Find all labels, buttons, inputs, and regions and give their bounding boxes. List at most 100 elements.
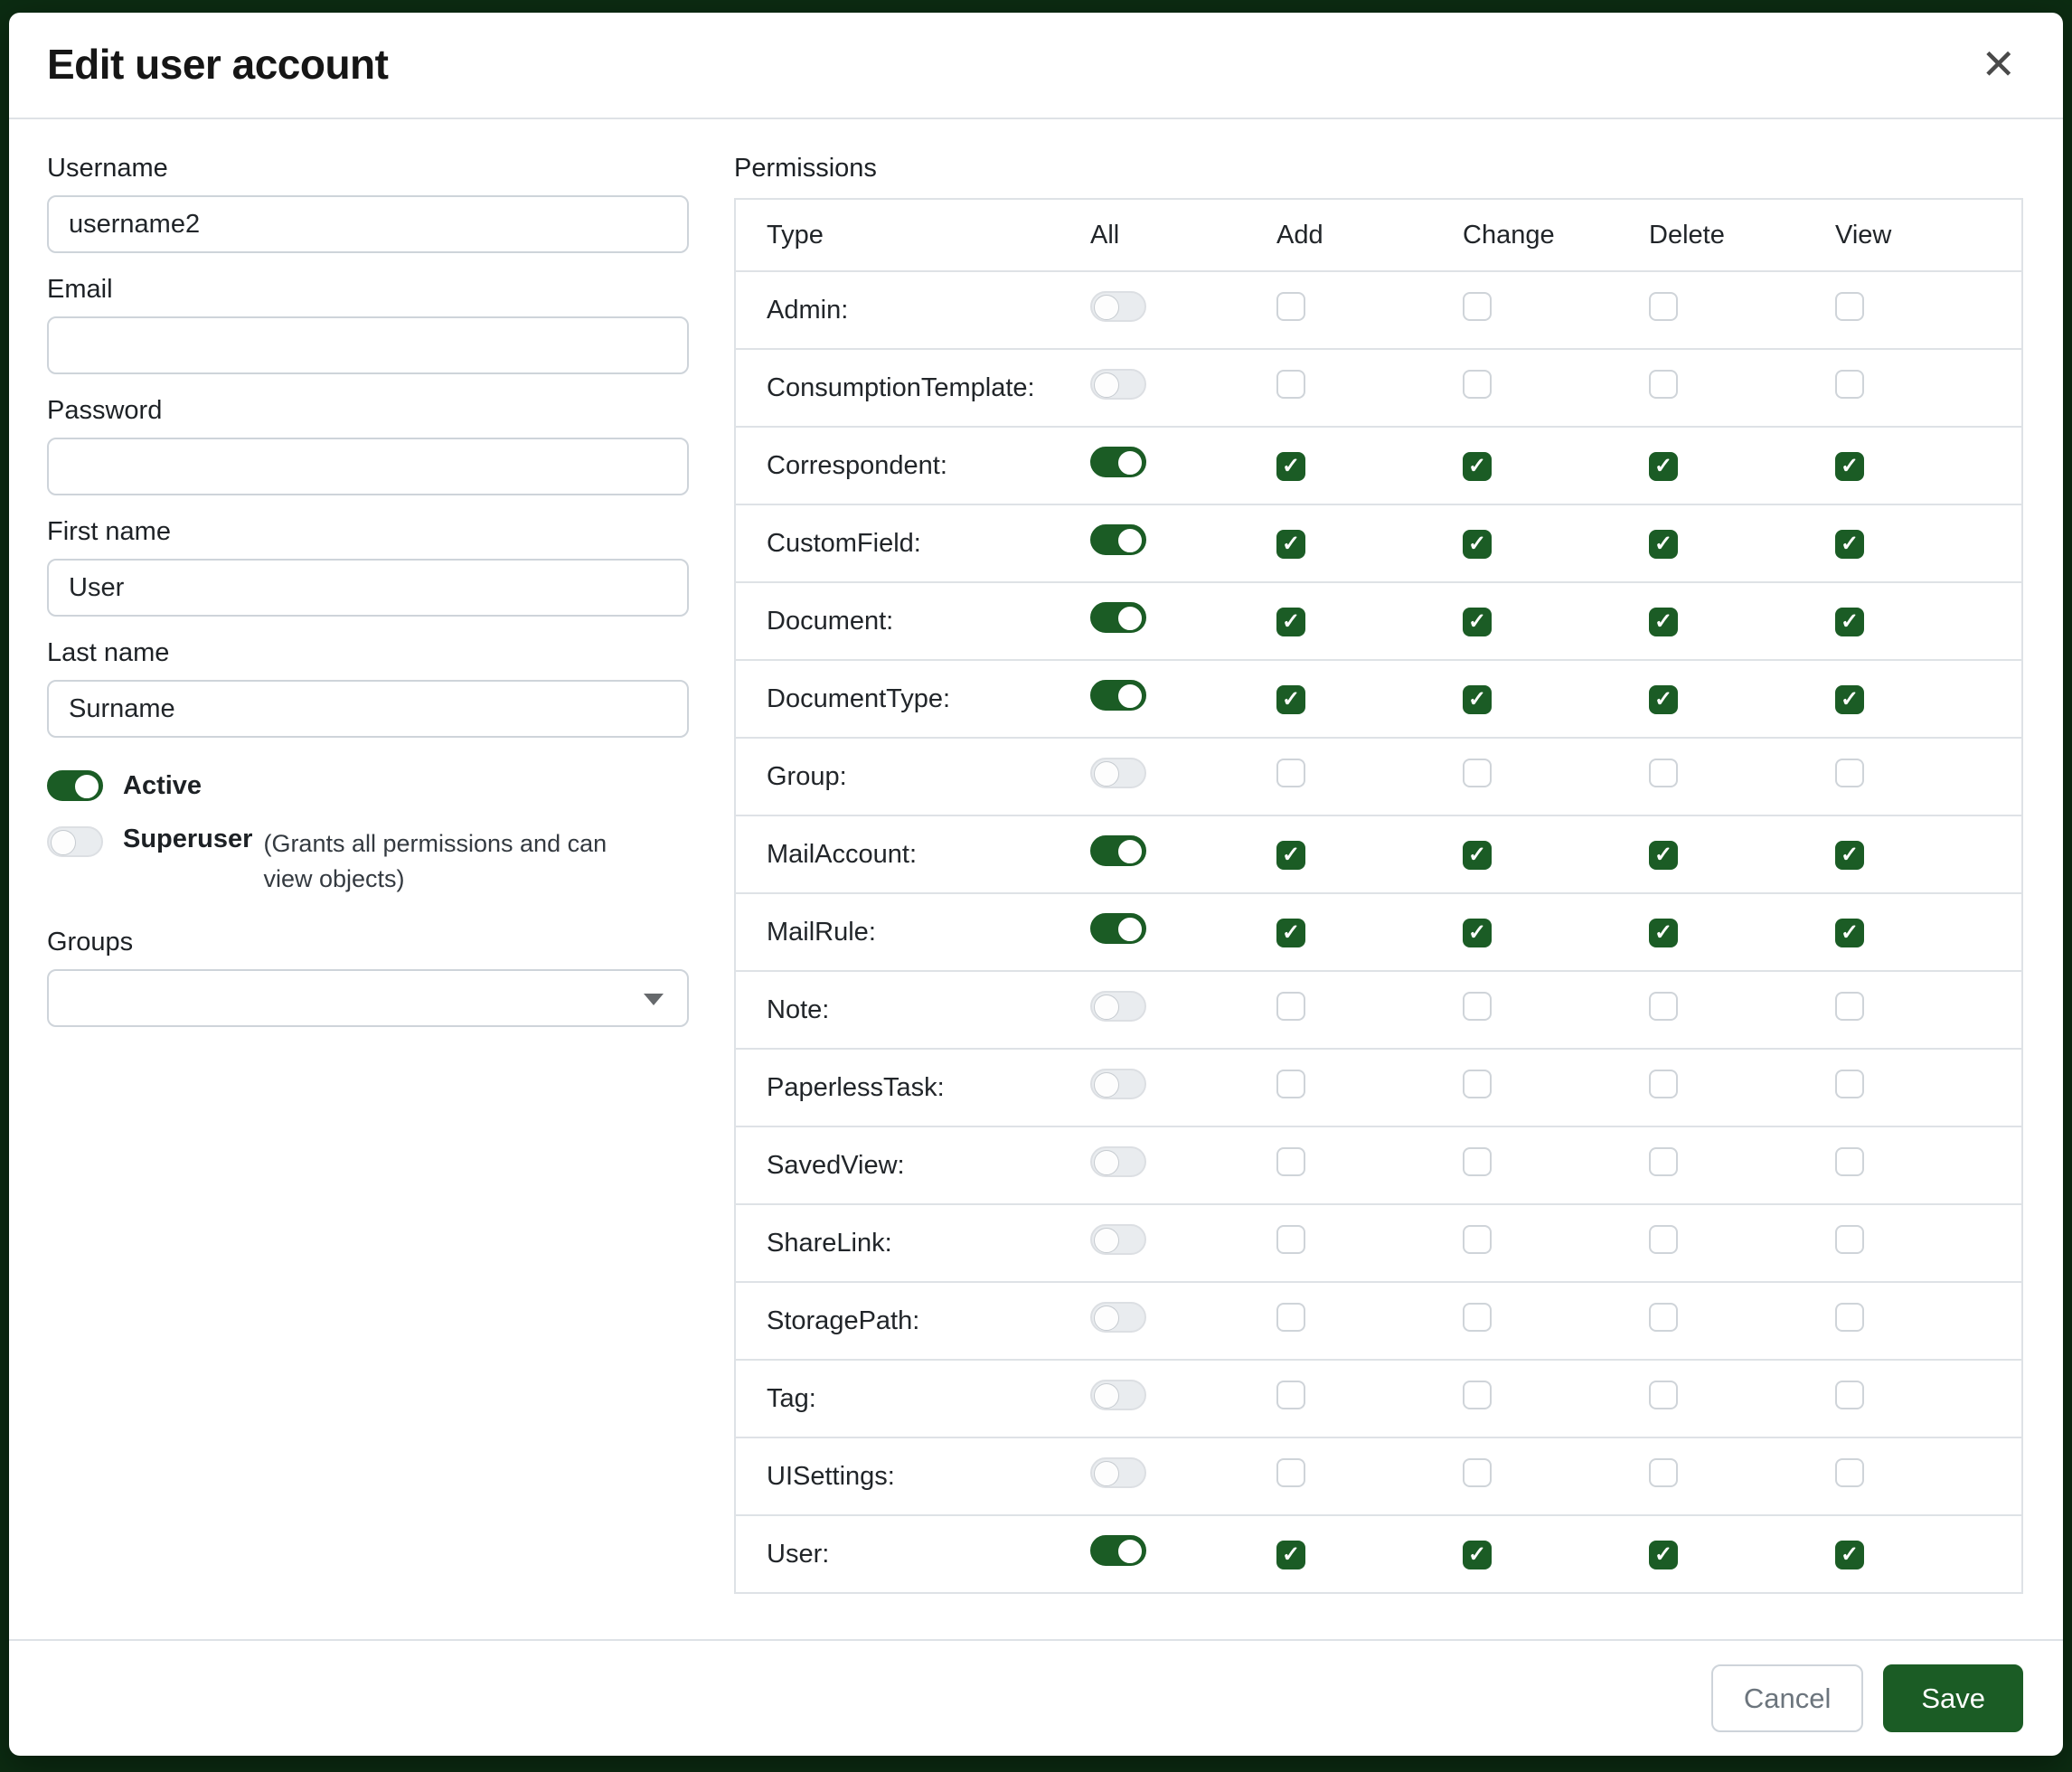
permission-all-toggle[interactable] bbox=[1090, 680, 1146, 711]
permission-add-checkbox[interactable] bbox=[1276, 759, 1305, 787]
permission-view-checkbox[interactable] bbox=[1835, 1381, 1864, 1409]
permission-view-checkbox[interactable] bbox=[1835, 530, 1864, 559]
permission-view-checkbox[interactable] bbox=[1835, 452, 1864, 481]
permission-delete-checkbox[interactable] bbox=[1649, 1225, 1678, 1254]
permission-view-checkbox[interactable] bbox=[1835, 919, 1864, 947]
permission-change-checkbox[interactable] bbox=[1463, 841, 1492, 870]
permission-all-toggle[interactable] bbox=[1090, 758, 1146, 788]
permission-view-checkbox[interactable] bbox=[1835, 1458, 1864, 1487]
permission-view-checkbox[interactable] bbox=[1835, 370, 1864, 399]
permission-all-toggle[interactable] bbox=[1090, 1069, 1146, 1099]
permission-delete-checkbox[interactable] bbox=[1649, 452, 1678, 481]
save-button[interactable]: Save bbox=[1883, 1664, 2023, 1732]
permission-view-checkbox[interactable] bbox=[1835, 1303, 1864, 1332]
permission-change-checkbox[interactable] bbox=[1463, 1070, 1492, 1098]
cancel-button[interactable]: Cancel bbox=[1711, 1664, 1864, 1732]
permission-change-checkbox[interactable] bbox=[1463, 292, 1492, 321]
close-icon[interactable]: ✕ bbox=[1973, 43, 2023, 85]
permission-all-toggle[interactable] bbox=[1090, 369, 1146, 400]
permission-view-checkbox[interactable] bbox=[1835, 759, 1864, 787]
permission-add-checkbox[interactable] bbox=[1276, 1225, 1305, 1254]
permission-add-checkbox[interactable] bbox=[1276, 1458, 1305, 1487]
permission-delete-checkbox[interactable] bbox=[1649, 1541, 1678, 1569]
permission-delete-checkbox[interactable] bbox=[1649, 992, 1678, 1021]
permission-add-checkbox[interactable] bbox=[1276, 1541, 1305, 1569]
permission-change-checkbox[interactable] bbox=[1463, 992, 1492, 1021]
permission-type-label: Correspondent: bbox=[736, 451, 1090, 481]
permission-add-checkbox[interactable] bbox=[1276, 992, 1305, 1021]
permission-view-checkbox[interactable] bbox=[1835, 841, 1864, 870]
permission-delete-checkbox[interactable] bbox=[1649, 1147, 1678, 1176]
superuser-toggle[interactable] bbox=[47, 826, 103, 857]
permission-delete-checkbox[interactable] bbox=[1649, 1381, 1678, 1409]
permission-view-checkbox[interactable] bbox=[1835, 608, 1864, 636]
permission-all-toggle[interactable] bbox=[1090, 1224, 1146, 1255]
permission-change-checkbox[interactable] bbox=[1463, 685, 1492, 714]
permission-change-checkbox[interactable] bbox=[1463, 1225, 1492, 1254]
permission-all-toggle[interactable] bbox=[1090, 291, 1146, 322]
permission-all-toggle[interactable] bbox=[1090, 1146, 1146, 1177]
permission-delete-checkbox[interactable] bbox=[1649, 919, 1678, 947]
permission-change-checkbox[interactable] bbox=[1463, 530, 1492, 559]
permission-all-toggle[interactable] bbox=[1090, 991, 1146, 1022]
permission-add-checkbox[interactable] bbox=[1276, 841, 1305, 870]
permission-all-toggle[interactable] bbox=[1090, 1302, 1146, 1333]
permission-view-checkbox[interactable] bbox=[1835, 292, 1864, 321]
permission-add-checkbox[interactable] bbox=[1276, 452, 1305, 481]
permission-delete-checkbox[interactable] bbox=[1649, 1070, 1678, 1098]
permission-delete-checkbox[interactable] bbox=[1649, 370, 1678, 399]
permission-view-checkbox[interactable] bbox=[1835, 1070, 1864, 1098]
permission-delete-checkbox[interactable] bbox=[1649, 1303, 1678, 1332]
permission-delete-checkbox[interactable] bbox=[1649, 608, 1678, 636]
permission-all-toggle[interactable] bbox=[1090, 524, 1146, 555]
permission-add-checkbox[interactable] bbox=[1276, 1381, 1305, 1409]
permission-delete-checkbox[interactable] bbox=[1649, 292, 1678, 321]
permission-change-checkbox[interactable] bbox=[1463, 759, 1492, 787]
permission-add-checkbox[interactable] bbox=[1276, 608, 1305, 636]
permission-all-toggle[interactable] bbox=[1090, 1535, 1146, 1566]
permission-view-checkbox[interactable] bbox=[1835, 1225, 1864, 1254]
permission-add-checkbox[interactable] bbox=[1276, 1070, 1305, 1098]
permission-view-checkbox[interactable] bbox=[1835, 685, 1864, 714]
groups-select[interactable] bbox=[47, 969, 689, 1027]
active-toggle[interactable] bbox=[47, 770, 103, 801]
permission-delete-checkbox[interactable] bbox=[1649, 685, 1678, 714]
username-input[interactable] bbox=[47, 195, 689, 253]
permission-view-checkbox[interactable] bbox=[1835, 1541, 1864, 1569]
permission-add-checkbox[interactable] bbox=[1276, 685, 1305, 714]
permission-change-checkbox[interactable] bbox=[1463, 1541, 1492, 1569]
permission-all-toggle[interactable] bbox=[1090, 1457, 1146, 1488]
permission-delete-checkbox[interactable] bbox=[1649, 841, 1678, 870]
permission-view-checkbox[interactable] bbox=[1835, 992, 1864, 1021]
permission-all-toggle[interactable] bbox=[1090, 447, 1146, 477]
permission-change-checkbox[interactable] bbox=[1463, 452, 1492, 481]
permission-delete-checkbox[interactable] bbox=[1649, 759, 1678, 787]
superuser-label: Superuser bbox=[123, 825, 252, 854]
permission-delete-checkbox[interactable] bbox=[1649, 1458, 1678, 1487]
permission-view-checkbox[interactable] bbox=[1835, 1147, 1864, 1176]
permission-all-toggle[interactable] bbox=[1090, 1380, 1146, 1410]
email-field[interactable] bbox=[47, 316, 689, 374]
permission-change-checkbox[interactable] bbox=[1463, 1381, 1492, 1409]
permission-add-checkbox[interactable] bbox=[1276, 292, 1305, 321]
modal-header: Edit user account ✕ bbox=[9, 13, 2063, 119]
permission-add-checkbox[interactable] bbox=[1276, 530, 1305, 559]
permission-all-toggle[interactable] bbox=[1090, 602, 1146, 633]
permission-change-checkbox[interactable] bbox=[1463, 1303, 1492, 1332]
first-name-field[interactable] bbox=[47, 559, 689, 617]
password-field[interactable] bbox=[47, 438, 689, 495]
permission-add-checkbox[interactable] bbox=[1276, 1147, 1305, 1176]
permission-change-checkbox[interactable] bbox=[1463, 370, 1492, 399]
permission-delete-checkbox[interactable] bbox=[1649, 530, 1678, 559]
password-label: Password bbox=[47, 396, 689, 426]
last-name-field[interactable] bbox=[47, 680, 689, 738]
permission-change-checkbox[interactable] bbox=[1463, 608, 1492, 636]
permission-add-checkbox[interactable] bbox=[1276, 919, 1305, 947]
permission-change-checkbox[interactable] bbox=[1463, 1458, 1492, 1487]
permission-change-checkbox[interactable] bbox=[1463, 919, 1492, 947]
permission-all-toggle[interactable] bbox=[1090, 835, 1146, 866]
permission-change-checkbox[interactable] bbox=[1463, 1147, 1492, 1176]
permission-add-checkbox[interactable] bbox=[1276, 370, 1305, 399]
permission-all-toggle[interactable] bbox=[1090, 913, 1146, 944]
permission-add-checkbox[interactable] bbox=[1276, 1303, 1305, 1332]
